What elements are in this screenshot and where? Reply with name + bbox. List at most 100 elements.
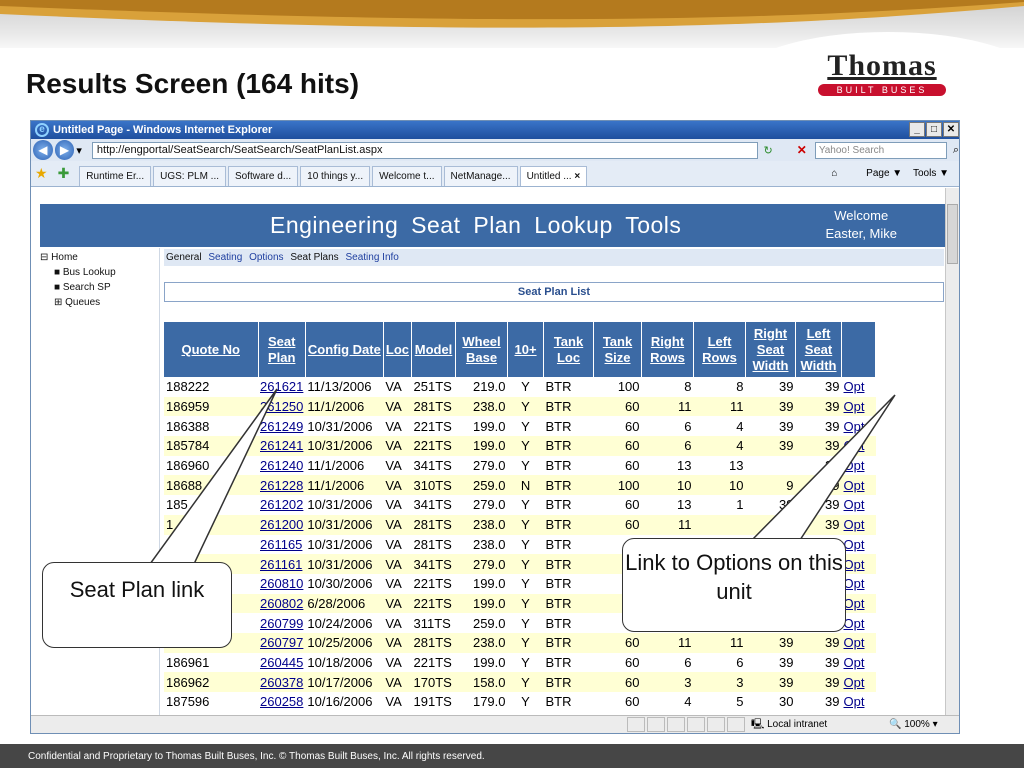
tab-welcome[interactable]: Welcome t... <box>372 166 442 186</box>
sidebar-item-queues[interactable]: ⊞ Queues <box>40 295 159 310</box>
header-config-date[interactable]: Config Date <box>305 322 384 377</box>
url-input[interactable]: http://engportal/SeatSearch/SeatSearch/S… <box>91 141 758 159</box>
seat-plan-link[interactable]: 260797 <box>260 635 303 650</box>
options-link[interactable]: Opt <box>844 557 865 572</box>
seat-plan-link[interactable]: 261240 <box>260 458 303 473</box>
cell-right-seat-width: 39 <box>779 654 794 670</box>
header-right-seat-width[interactable]: Right Seat Width <box>745 322 797 377</box>
options-link[interactable]: Opt <box>844 635 865 650</box>
sidebar-item-bus-lookup[interactable]: ■ Bus Lookup <box>40 265 159 280</box>
tab-ugs-plm[interactable]: UGS: PLM ... <box>153 166 227 186</box>
header-loc[interactable]: Loc <box>383 322 413 377</box>
header-quote-no[interactable]: Quote No <box>164 322 259 377</box>
cell-wheel-base: 199.0 <box>455 436 508 456</box>
options-link[interactable]: Opt <box>844 596 865 611</box>
header-tank-loc[interactable]: Tank Loc <box>543 322 595 377</box>
seat-plan-link[interactable]: 260810 <box>260 576 303 591</box>
options-link[interactable]: Opt <box>844 399 865 414</box>
cell-loc: VA <box>385 615 402 631</box>
search-icon[interactable]: ⌕ <box>953 144 959 157</box>
sidebar-item-search-sp[interactable]: ■ Search SP <box>40 280 159 295</box>
ie-icon: e <box>35 123 49 137</box>
close-tab-icon[interactable]: × <box>574 171 580 182</box>
header-right-rows[interactable]: Right Rows <box>641 322 695 377</box>
options-link[interactable]: Opt <box>844 458 865 473</box>
options-link[interactable]: Opt <box>844 517 865 532</box>
cell-loc: VA <box>383 632 412 653</box>
seat-plan-link[interactable]: 261161 <box>260 557 302 572</box>
options-link[interactable]: Opt <box>844 379 865 394</box>
cell-right-seat-width: 9 <box>745 475 796 496</box>
menu-seating[interactable]: Seating <box>208 252 242 263</box>
sidebar-item-home[interactable]: ⊟ Home <box>40 250 159 265</box>
stop-icon[interactable]: ✕ <box>797 143 807 157</box>
options-link[interactable]: Opt <box>844 655 865 670</box>
options-link[interactable]: Opt <box>844 576 865 591</box>
tab-10-things[interactable]: 10 things y... <box>300 166 371 186</box>
header-model[interactable]: Model <box>411 322 457 377</box>
options-link[interactable]: Opt <box>844 478 865 493</box>
home-icon[interactable]: ⌂ <box>831 168 837 179</box>
tab-software[interactable]: Software d... <box>228 166 299 186</box>
header-tank-size[interactable]: Tank Size <box>593 322 643 377</box>
cell-loc: VA <box>385 694 402 710</box>
tab-netmanage[interactable]: NetManage... <box>443 166 518 186</box>
seat-plan-link[interactable]: 261228 <box>260 478 303 493</box>
menu-general[interactable]: General <box>166 252 202 263</box>
minimize-button[interactable]: _ <box>909 122 925 137</box>
options-link[interactable]: Opt <box>844 616 865 631</box>
seat-plan-link[interactable]: 260802 <box>260 596 303 611</box>
seat-plan-link[interactable]: 260445 <box>260 655 303 670</box>
options-link[interactable]: Opt <box>844 419 865 434</box>
header-left-seat-width[interactable]: Left Seat Width <box>795 322 843 377</box>
seat-plan-link[interactable]: 261200 <box>260 517 303 532</box>
tab-runtime-error[interactable]: Runtime Er... <box>79 166 152 186</box>
seat-plan-link[interactable]: 260799 <box>260 616 303 631</box>
header-seat-plan[interactable]: Seat Plan <box>258 322 306 377</box>
seat-plan-link[interactable]: 261249 <box>260 419 303 434</box>
zoom-level[interactable]: 🔍 100% ▾ <box>889 716 938 733</box>
menu-seat-plans[interactable]: Seat Plans <box>290 252 338 263</box>
header-ten-plus[interactable]: 10+ <box>507 322 545 377</box>
seat-plan-link[interactable]: 260378 <box>260 675 303 690</box>
forward-arrow-icon[interactable]: ▶ <box>54 140 75 160</box>
cell-left-seat-width: 39 <box>825 497 840 513</box>
back-arrow-icon[interactable]: ◀ <box>33 140 53 160</box>
cell-options: Opt <box>842 653 876 673</box>
options-link[interactable]: Opt <box>844 497 865 512</box>
add-favorites-icon[interactable]: ✚ <box>58 165 70 182</box>
options-link[interactable]: Opt <box>844 438 865 453</box>
menu-options[interactable]: Options <box>249 252 283 263</box>
favorites-star-icon[interactable]: ★ <box>35 165 48 182</box>
page-menu[interactable]: Page ▼ <box>866 168 902 179</box>
cell-config-date: 10/24/2006 <box>307 615 373 631</box>
vertical-scrollbar[interactable] <box>945 188 959 715</box>
seat-plan-link[interactable]: 261202 <box>260 497 303 512</box>
seat-plan-link[interactable]: 261621 <box>260 379 303 394</box>
refresh-icon[interactable]: ↻ <box>764 144 773 157</box>
seat-plan-link[interactable]: 261241 <box>260 438 303 453</box>
tab-untitled[interactable]: Untitled ... × <box>519 166 588 186</box>
cell-options: Opt <box>842 495 876 515</box>
options-link[interactable]: Opt <box>844 675 865 690</box>
options-link[interactable]: Opt <box>844 537 865 552</box>
close-window-button[interactable]: ✕ <box>943 122 959 137</box>
search-input[interactable]: Yahoo! Search <box>814 141 947 159</box>
cell-quote-no: 186962 <box>164 672 258 692</box>
header-left-rows[interactable]: Left Rows <box>693 322 747 377</box>
header-wheel-base[interactable]: Wheel Base <box>455 322 509 377</box>
options-link[interactable]: Opt <box>844 694 865 709</box>
cell-left-seat-width: 39 <box>795 514 842 535</box>
seat-plan-link[interactable]: 261165 <box>260 537 302 552</box>
seat-plan-link[interactable]: 261250 <box>260 399 303 414</box>
scroll-thumb[interactable] <box>947 204 958 264</box>
slide-title: Results Screen (164 hits) <box>26 68 360 99</box>
menu-seating-info[interactable]: Seating Info <box>345 252 398 263</box>
cell-options: Opt <box>841 672 876 692</box>
seat-plan-link[interactable]: 260258 <box>260 694 303 709</box>
cell-tank-loc: BTR <box>543 436 594 456</box>
maximize-button[interactable]: □ <box>926 122 942 137</box>
history-dropdown-icon[interactable]: ▾ <box>76 144 82 157</box>
tools-menu[interactable]: Tools ▼ <box>913 168 949 179</box>
list-title: Seat Plan List <box>164 282 944 302</box>
